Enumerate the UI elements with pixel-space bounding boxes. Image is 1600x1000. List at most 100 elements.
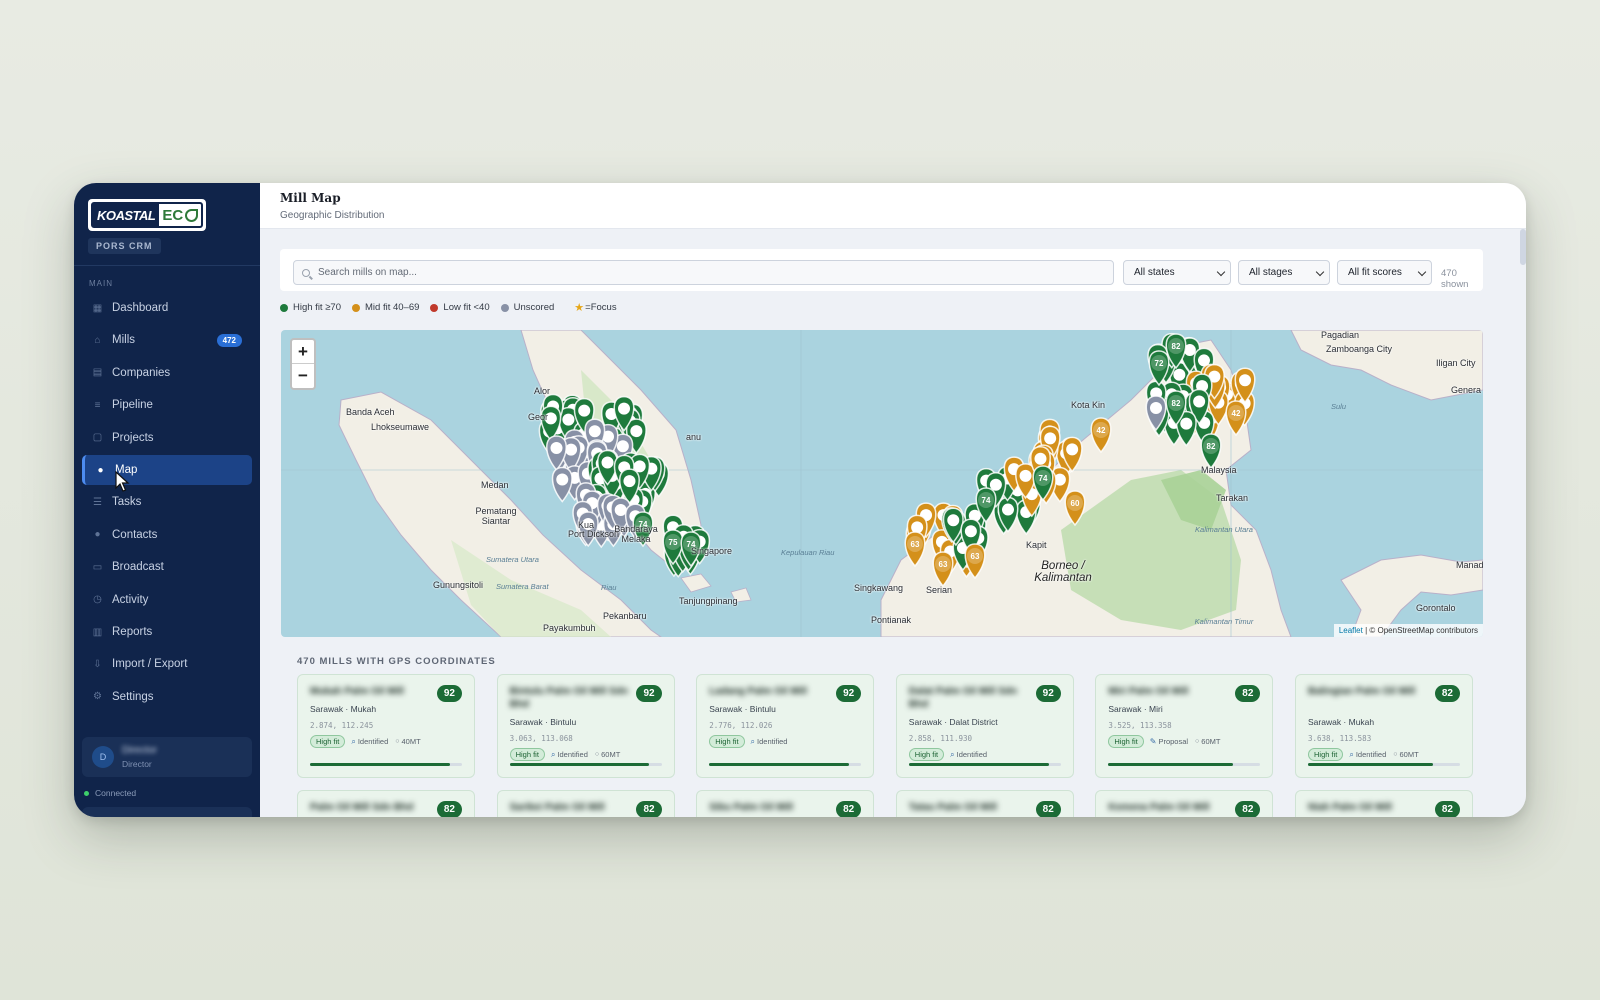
sidebar-item-map[interactable]: ● Map: [82, 455, 252, 485]
scrollbar-thumb[interactable]: [1520, 229, 1526, 265]
page-title: Mill Map: [280, 191, 341, 205]
map-legend: High fit ≥70 Mid fit 40–69 Low fit <40 U…: [280, 301, 628, 314]
mill-card[interactable]: Sibu Palm Oil Mill 82: [696, 790, 875, 817]
clock-icon: ◷: [93, 594, 102, 606]
stage-filter-value: All stages: [1249, 267, 1293, 278]
fit-progress-fill: [1308, 763, 1433, 766]
map-label: Gunungsitoli: [433, 580, 484, 590]
sidebar-item-settings[interactable]: ⚙ Settings: [82, 682, 252, 712]
map-pin-score: 75: [669, 538, 678, 547]
map-label: Kota Kin: [1071, 400, 1106, 410]
sidebar-item-broadcast[interactable]: ▭ Broadcast: [82, 552, 252, 582]
mill-card[interactable]: Ladang Palm Oil Mill 92 Sarawak · Bintulu…: [696, 674, 875, 778]
fit-score-badge: 82: [1434, 801, 1460, 817]
mill-card[interactable]: Palm Oil Mill Sdn Bhd 82: [297, 790, 475, 817]
brand-logo[interactable]: KOASTAL EC: [88, 199, 206, 231]
mill-tags: High fit ⌕ Identified: [709, 735, 861, 748]
user-card[interactable]: D Director Director: [82, 737, 252, 777]
map-pin-score: 63: [971, 552, 980, 561]
sidebar-item-tasks[interactable]: ☰ Tasks: [82, 487, 252, 517]
avatar: D: [92, 746, 114, 768]
mill-list-title: 470 MILLS WITH GPS COORDINATES: [297, 656, 496, 667]
zoom-out-button[interactable]: −: [292, 364, 314, 388]
map-label: Kalimantan Timur: [1194, 617, 1254, 626]
mill-tags: High fit ✎ Proposal ○ 60MT: [1108, 735, 1260, 748]
chevron-down-icon: [1216, 267, 1226, 277]
mill-card[interactable]: Dalat Palm Oil Mill Sdn Bhd 92 Sarawak · …: [895, 674, 1074, 778]
capacity-icon: ○: [594, 751, 600, 758]
map-pin-score: 74: [982, 496, 991, 505]
fit-progress-fill: [310, 763, 450, 766]
state-filter-value: All states: [1134, 267, 1175, 278]
mill-card[interactable]: Balingian Palm Oil Mill 82 Sarawak · Muka…: [1295, 674, 1473, 778]
sidebar-item-label: Contacts: [112, 528, 158, 541]
sidebar: KOASTAL EC PORS CRM MAIN ▦ Dashboard ⌂ Mill…: [74, 183, 260, 817]
fit-score-badge: 92: [636, 685, 662, 702]
fit-progress-bar: [1108, 763, 1261, 766]
fit-progress-bar: [509, 763, 662, 766]
mill-card[interactable]: Bintulu Palm Oil Mill Sdn Bhd 92 Sarawak …: [496, 674, 675, 778]
sidebar-item-dashboard[interactable]: ▦ Dashboard: [82, 293, 252, 323]
map-label: Serian: [926, 585, 953, 595]
sidebar-item-reports[interactable]: ▥ Reports: [82, 617, 252, 647]
sidebar-item-label: Settings: [112, 690, 154, 703]
legend-focus: ★ =Focus: [574, 301, 616, 314]
legend-high: High fit ≥70: [280, 302, 341, 313]
fit-filter-select[interactable]: All fit scores: [1337, 260, 1432, 285]
search-box[interactable]: [293, 260, 1114, 285]
sidebar-item-contacts[interactable]: ● Contacts: [82, 520, 252, 550]
legend-focus-label: =Focus: [585, 302, 617, 313]
mill-card[interactable]: Kemena Palm Oil Mill 82: [1095, 790, 1274, 817]
sidebar-item-import-export[interactable]: ⇩ Import / Export: [82, 649, 252, 679]
fit-tag: High fit: [908, 748, 945, 761]
map-label: Sumatera Barat: [496, 582, 549, 591]
mill-card[interactable]: Niah Palm Oil Mill 82: [1295, 790, 1473, 817]
sidebar-item-activity[interactable]: ◷ Activity: [82, 585, 252, 615]
mill-card[interactable]: Mukah Palm Oil Mill 92 Sarawak · Mukah 2.…: [297, 674, 475, 778]
map-label: Pekanbaru: [603, 611, 647, 621]
sidebar-item-companies[interactable]: ▤ Companies: [82, 358, 252, 388]
main-content: Mill Map Geographic Distribution All sta…: [260, 183, 1526, 817]
leaflet-link[interactable]: Leaflet: [1339, 626, 1363, 635]
mill-map[interactable]: 72 82 82 82 42 42 74 75 74 63 60 74 74 63 63 + − Pagad…: [281, 330, 1483, 637]
search-input[interactable]: [318, 267, 1098, 278]
capacity-label: 40MT: [401, 737, 421, 746]
stage-filter-select[interactable]: All stages: [1238, 260, 1330, 285]
sidebar-item-label: Tasks: [112, 496, 142, 509]
map-pin-score: 82: [1172, 399, 1181, 408]
zoom-control: + −: [290, 338, 316, 390]
mill-card[interactable]: Sarikei Palm Oil Mill 82: [496, 790, 675, 817]
factory-icon: ⌂: [94, 334, 101, 346]
mill-name: Dalat Palm Oil Mill Sdn Bhd: [908, 686, 1018, 710]
map-label: Kapit: [1026, 540, 1047, 550]
map-label: Manad: [1456, 560, 1483, 570]
state-filter-select[interactable]: All states: [1123, 260, 1231, 285]
vertical-scrollbar[interactable]: [1520, 229, 1526, 815]
mill-coordinates: 2.858, 111.930: [908, 734, 973, 743]
legend-unscored: Unscored: [500, 302, 554, 313]
map-label: Borneo / Kalimantan: [1034, 560, 1092, 584]
map-pin[interactable]: [551, 466, 573, 503]
zoom-in-button[interactable]: +: [292, 340, 314, 364]
sidebar-item-mills[interactable]: ⌂ Mills 472: [82, 325, 252, 355]
brand-logo-text: KOASTAL: [93, 204, 160, 226]
map-label: anu: [686, 432, 702, 442]
connection-status: Connected: [84, 788, 136, 798]
mill-name: Balingian Palm Oil Mill: [1308, 686, 1416, 697]
map-label: Pagadian: [1321, 330, 1360, 340]
sidebar-item-label: Dashboard: [112, 302, 169, 314]
sidebar-item-label: Mills: [112, 334, 135, 347]
map-label: Geor: [528, 412, 549, 422]
sidebar-item-projects[interactable]: ▢ Projects: [82, 423, 252, 453]
mill-location: Sarawak · Dalat District: [908, 717, 998, 727]
sidebar-footer-button[interactable]: [82, 807, 252, 817]
map-label: Kepulauan Riau: [781, 548, 835, 557]
map-pin-score: 60: [1071, 499, 1080, 508]
fit-score-badge: 82: [1235, 685, 1261, 702]
sidebar-item-label: Projects: [112, 431, 154, 444]
fit-score-badge: 82: [1035, 801, 1061, 817]
mill-card[interactable]: Miri Palm Oil Mill 82 Sarawak · Miri 3.52…: [1095, 674, 1274, 778]
mill-card[interactable]: Tatau Palm Oil Mill 82: [895, 790, 1074, 817]
map-label: Medan: [481, 480, 509, 490]
sidebar-item-pipeline[interactable]: ≡ Pipeline: [82, 390, 252, 420]
